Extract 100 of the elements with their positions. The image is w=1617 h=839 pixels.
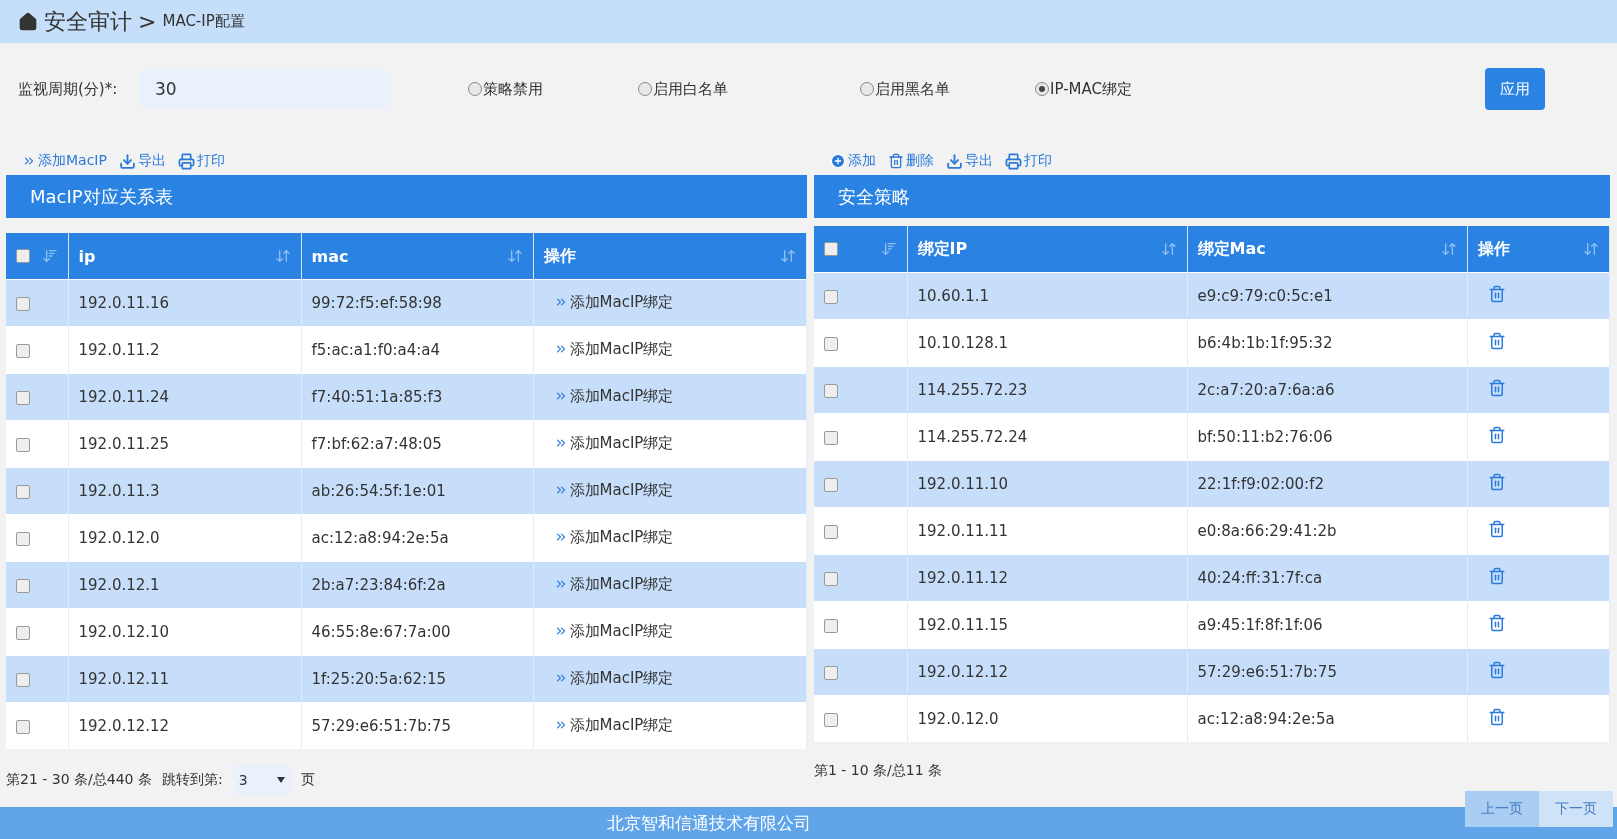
sort-icon[interactable] <box>1583 241 1599 257</box>
page-select[interactable]: 3 <box>232 765 291 795</box>
row-checkbox[interactable] <box>824 571 838 586</box>
add-binding-link[interactable]: 添加MacIP绑定 <box>553 433 674 453</box>
table-cell: ab:26:54:5f:1e:01 <box>301 467 533 515</box>
table-cell: 192.0.11.10 <box>907 460 1187 508</box>
row-checkbox[interactable] <box>824 430 838 445</box>
mode-radio[interactable]: IP-MAC绑定 <box>1035 79 1195 99</box>
column-header: 绑定IP <box>917 238 968 260</box>
add-binding-link[interactable]: 添加MacIP绑定 <box>553 621 674 641</box>
delete-icon[interactable] <box>1487 708 1506 726</box>
row-checkbox[interactable] <box>824 289 838 304</box>
panel-title: MacIP对应关系表 <box>6 175 807 218</box>
row-checkbox[interactable] <box>824 524 838 539</box>
mode-radio[interactable]: 策略禁用 <box>468 79 638 99</box>
table-cell: 46:55:8e:67:7a:00 <box>301 608 533 656</box>
mode-radio[interactable]: 启用白名单 <box>638 79 860 99</box>
table-cell: 192.0.12.11 <box>68 655 301 703</box>
row-checkbox[interactable] <box>824 712 838 727</box>
table-cell: 40:24:ff:31:7f:ca <box>1187 554 1467 602</box>
table-cell: 57:29:e6:51:7b:75 <box>1187 648 1467 696</box>
delete-icon[interactable] <box>1487 379 1506 397</box>
sort-icon[interactable] <box>506 248 523 264</box>
delete-icon[interactable] <box>1487 661 1506 679</box>
row-checkbox[interactable] <box>824 336 838 351</box>
row-checkbox[interactable] <box>16 437 30 452</box>
table-cell: 192.0.12.10 <box>68 608 301 656</box>
breadcrumb-link[interactable]: 安全审计 <box>44 6 132 37</box>
row-checkbox[interactable] <box>824 383 838 398</box>
download-icon <box>946 152 963 170</box>
add-binding-link[interactable]: 添加MacIP绑定 <box>553 480 674 500</box>
table-cell: 192.0.12.12 <box>68 702 301 749</box>
table-cell: 192.0.11.2 <box>68 326 301 374</box>
table-cell: 192.0.12.1 <box>68 561 301 609</box>
toolbar-link[interactable]: 打印 <box>1005 152 1052 170</box>
mode-radio[interactable]: 启用黑名单 <box>860 79 1035 99</box>
delete-icon[interactable] <box>1487 332 1506 350</box>
table-cell: bf:50:11:b2:76:06 <box>1187 413 1467 461</box>
delete-icon[interactable] <box>1487 614 1506 632</box>
row-checkbox[interactable] <box>16 578 30 593</box>
delete-icon[interactable] <box>1487 473 1506 491</box>
row-checkbox[interactable] <box>824 618 838 633</box>
table-cell: 10.60.1.1 <box>907 272 1187 320</box>
delete-icon[interactable] <box>1487 567 1506 585</box>
table-cell: 192.0.11.3 <box>68 467 301 515</box>
delete-icon[interactable] <box>1487 520 1506 538</box>
row-checkbox[interactable] <box>16 531 30 546</box>
add-binding-link[interactable]: 添加MacIP绑定 <box>553 668 674 688</box>
sort-icon[interactable] <box>274 248 291 264</box>
add-binding-link[interactable]: 添加MacIP绑定 <box>553 574 674 594</box>
add-binding-link[interactable]: 添加MacIP绑定 <box>553 339 674 359</box>
row-checkbox[interactable] <box>16 672 30 687</box>
column-header: ip <box>78 246 96 266</box>
sort-icon[interactable] <box>41 248 58 264</box>
page-summary: 第1 - 10 条/总11 条 <box>814 762 943 780</box>
select-all-checkbox[interactable] <box>824 242 838 256</box>
column-header: 操作 <box>1477 238 1510 260</box>
panel-title: 安全策略 <box>814 175 1610 218</box>
page-summary: 第21 - 30 条/总440 条 <box>6 771 152 789</box>
toolbar-link[interactable]: 导出 <box>946 152 993 170</box>
sort-icon[interactable] <box>880 241 897 257</box>
add-binding-link[interactable]: 添加MacIP绑定 <box>553 715 674 735</box>
delete-icon[interactable] <box>1487 426 1506 444</box>
row-checkbox[interactable] <box>16 390 30 405</box>
add-binding-link[interactable]: 添加MacIP绑定 <box>553 292 674 312</box>
row-checkbox[interactable] <box>16 719 30 734</box>
table-cell: 114.255.72.24 <box>907 413 1187 461</box>
toolbar-link[interactable]: 打印 <box>177 152 225 170</box>
row-checkbox[interactable] <box>16 484 30 499</box>
table-cell: 57:29:e6:51:7b:75 <box>301 702 533 749</box>
table-cell: 192.0.12.0 <box>68 514 301 562</box>
toolbar-link[interactable]: 添加MacIP <box>22 152 107 170</box>
add-binding-link[interactable]: 添加MacIP绑定 <box>553 386 674 406</box>
sort-icon[interactable] <box>1440 241 1457 257</box>
row-checkbox[interactable] <box>16 343 30 358</box>
row-checkbox[interactable] <box>824 665 838 680</box>
table-cell: 192.0.11.16 <box>68 279 301 327</box>
column-header: mac <box>311 246 349 266</box>
table-cell: 192.0.11.25 <box>68 420 301 468</box>
table-cell: 2c:a7:20:a7:6a:a6 <box>1187 366 1467 414</box>
download-icon <box>118 152 136 170</box>
toolbar-link[interactable]: 删除 <box>888 152 934 170</box>
select-all-checkbox[interactable] <box>16 249 30 263</box>
row-checkbox[interactable] <box>16 625 30 640</box>
period-input[interactable]: 30 <box>140 70 390 108</box>
print-icon <box>177 152 195 170</box>
row-checkbox[interactable] <box>16 296 30 311</box>
add-binding-link[interactable]: 添加MacIP绑定 <box>553 527 674 547</box>
print-icon <box>1005 152 1022 170</box>
apply-button[interactable]: 应用 <box>1485 68 1545 110</box>
table-cell: e9:c9:79:c0:5c:e1 <box>1187 272 1467 320</box>
sort-icon[interactable] <box>1160 241 1177 257</box>
toolbar-link[interactable]: 导出 <box>118 152 166 170</box>
table-cell: 192.0.12.12 <box>907 648 1187 696</box>
table-cell: f7:bf:62:a7:48:05 <box>301 420 533 468</box>
sort-icon[interactable] <box>780 248 796 264</box>
home-icon[interactable] <box>18 11 38 32</box>
row-checkbox[interactable] <box>824 477 838 492</box>
toolbar-link[interactable]: 添加 <box>830 152 876 170</box>
delete-icon[interactable] <box>1487 285 1506 303</box>
